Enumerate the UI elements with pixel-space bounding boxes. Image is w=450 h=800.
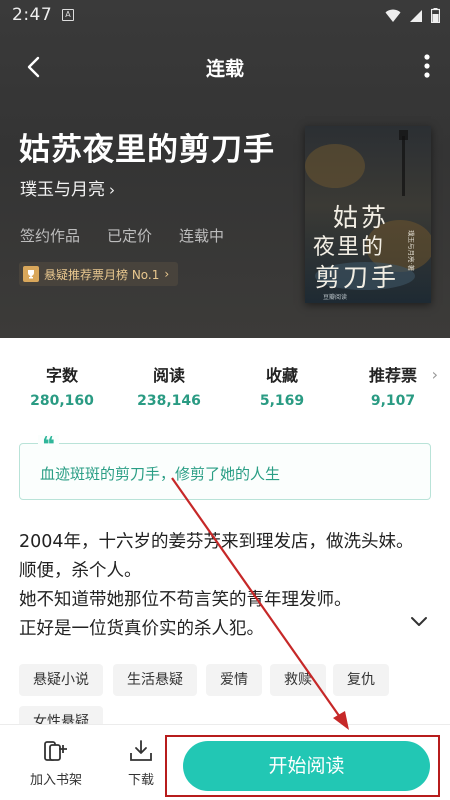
status-icons <box>385 8 440 23</box>
download-button[interactable]: 下载 <box>128 739 154 788</box>
chevron-right-icon: › <box>164 267 170 281</box>
status-bar: 2:47 A <box>0 0 450 32</box>
tag-chip[interactable]: 生活悬疑 <box>113 664 197 696</box>
cover-title-char: 的 <box>361 235 383 260</box>
stat-label: 推荐票 <box>368 366 417 385</box>
battery-icon <box>431 8 440 23</box>
rank-badge-label: 悬疑推荐票月榜 No.1 <box>44 267 160 282</box>
tag-chip[interactable]: 救赎 <box>270 664 326 696</box>
stat-word-count: 字数 280,160 <box>12 362 112 409</box>
add-to-shelf-label: 加入书架 <box>30 773 83 788</box>
cover-title-char: 夜 <box>313 235 335 260</box>
stat-favorites: 收藏 5,169 <box>232 362 332 409</box>
trophy-icon <box>23 266 39 282</box>
wifi-icon <box>385 9 401 22</box>
cover-title-char: 手 <box>371 263 396 292</box>
stat-value: 238,146 <box>137 393 201 409</box>
book-title: 姑苏夜里的剪刀手 <box>19 132 275 168</box>
synopsis-line: 她不知道带她那位不苟言笑的青年理发师。 <box>19 590 352 610</box>
stat-label: 字数 <box>45 366 78 385</box>
chevron-down-icon[interactable] <box>410 614 428 628</box>
tag-list: 悬疑小说 生活悬疑 爱情 救赎 复仇 女性悬疑 <box>19 664 439 724</box>
tagline-quote: ❝ 血迹斑斑的剪刀手，修剪了她的人生 <box>19 435 431 500</box>
book-stats: 字数 280,160 阅读 238,146 收藏 5,169 推荐票 9,107… <box>0 362 450 412</box>
meta-status: 连载中 <box>179 227 225 245</box>
synopsis-line: 顺便，杀个人。 <box>19 561 142 581</box>
quote-text: 血迹斑斑的剪刀手，修剪了她的人生 <box>40 465 281 483</box>
cover-title-char: 姑 <box>333 203 358 232</box>
stat-value: 9,107 <box>370 393 416 409</box>
meta-signed: 签约作品 <box>20 227 81 245</box>
synopsis-line: 正好是一位货真价实的杀人犯。 <box>19 619 264 639</box>
tag-chip[interactable]: 爱情 <box>206 664 262 696</box>
stat-value: 280,160 <box>30 393 94 409</box>
status-time: 2:47 <box>12 5 53 25</box>
book-meta: 签约作品 已定价 连载中 <box>20 225 224 246</box>
tag-chip[interactable]: 复仇 <box>333 664 389 696</box>
start-reading-button[interactable]: 开始阅读 <box>183 741 430 791</box>
more-options-icon[interactable] <box>420 52 434 80</box>
stat-label: 阅读 <box>152 366 185 385</box>
tag-chip[interactable]: 悬疑小说 <box>19 664 103 696</box>
bottom-action-bar: 加入书架 下载 开始阅读 <box>0 724 450 800</box>
cover-title-char: 苏 <box>361 203 386 232</box>
cover-author-text: 璞玉与月亮·著 <box>407 230 416 272</box>
cover-title-char: 剪 <box>315 263 340 292</box>
synopsis[interactable]: 2004年，十六岁的姜芬芳来到理发店，做洗头妹。 顺便，杀个人。 她不知道带她那… <box>19 528 429 644</box>
book-header: 2:47 A 连载 姑苏夜里的剪刀手 璞玉与月亮 › 签约作品 已定价 连载中 … <box>0 0 450 338</box>
signal-icon <box>410 9 422 22</box>
cover-title-char: 里 <box>337 235 359 260</box>
rank-badge[interactable]: 悬疑推荐票月榜 No.1 › <box>19 262 179 286</box>
highlight-box: 开始阅读 <box>165 735 440 797</box>
stat-recommend-votes[interactable]: 推荐票 9,107 <box>343 362 443 409</box>
add-to-shelf-button[interactable]: 加入书架 <box>30 739 82 788</box>
author-name: 璞玉与月亮 <box>20 180 105 200</box>
meta-priced: 已定价 <box>107 227 153 245</box>
top-nav: 连载 <box>0 44 450 88</box>
chevron-right-icon[interactable]: › <box>432 365 438 384</box>
download-label: 下载 <box>128 773 155 788</box>
stat-reads: 阅读 238,146 <box>119 362 219 409</box>
stat-label: 收藏 <box>265 366 298 385</box>
notification-icon: A <box>62 9 74 21</box>
tag-chip[interactable]: 女性悬疑 <box>19 706 103 724</box>
add-to-shelf-icon <box>44 741 67 761</box>
chevron-right-icon: › <box>109 181 115 199</box>
download-icon <box>130 740 152 761</box>
quote-icon: ❝ <box>38 435 59 457</box>
book-cover[interactable]: 姑 苏 夜 里 的 剪 刀 手 璞玉与月亮·著 豆瓣阅读 <box>305 126 431 303</box>
cover-title-char: 刀 <box>343 263 368 292</box>
page-title: 连载 <box>205 58 244 80</box>
stat-value: 5,169 <box>259 393 305 409</box>
cover-publisher: 豆瓣阅读 <box>323 293 347 301</box>
synopsis-line: 2004年，十六岁的姜芬芳来到理发店，做洗头妹。 <box>19 532 414 552</box>
author-link[interactable]: 璞玉与月亮 › <box>20 175 115 200</box>
